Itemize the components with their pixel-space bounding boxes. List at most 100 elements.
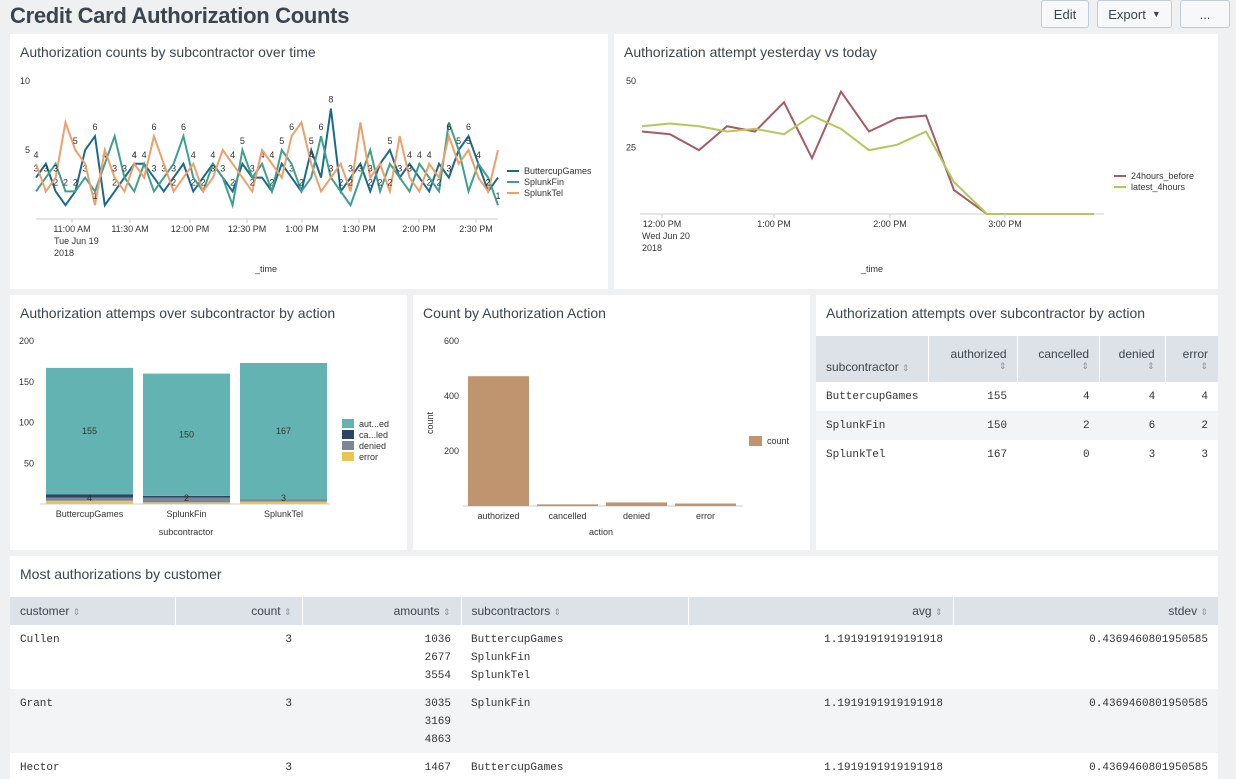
data-label: 3: [151, 164, 156, 174]
data-label: 3: [43, 164, 48, 174]
cell-subcontractors: ButtercupGames SplunkFin SplunkTel: [461, 625, 688, 689]
x-tick-label: error: [696, 511, 715, 521]
subcontractor-value: SplunkTel: [471, 670, 531, 682]
data-label: 2: [387, 177, 392, 187]
data-label: 5: [240, 136, 245, 146]
x-tick-label: 1:00 PM: [757, 219, 791, 229]
column-header-subcontractor[interactable]: subcontractor ⇕: [816, 336, 929, 382]
data-label: 1: [92, 191, 97, 201]
data-label: 3: [53, 164, 58, 174]
cell-stdev: 0.4369460801950585: [1089, 634, 1208, 646]
y-tick-label: 50: [24, 458, 34, 468]
export-label: Export: [1108, 6, 1146, 22]
x-tick-label: 2:00 PM: [402, 224, 436, 234]
edit-button[interactable]: Edit: [1041, 0, 1089, 28]
cell-avg: 1.1919191919191918: [824, 698, 943, 710]
top-bar: Credit Card Authorization Counts Edit Ex…: [0, 0, 1236, 34]
column-header-denied[interactable]: denied ⇕: [1099, 336, 1166, 382]
x-tick-sublabel-date: Wed Jun 20: [642, 231, 690, 241]
cell-count: 3: [285, 762, 292, 774]
sort-icon: ⇕: [1081, 360, 1090, 371]
column-header-subcontractors[interactable]: subcontractors ⇕: [461, 597, 689, 625]
column-header-error[interactable]: error ⇕: [1165, 336, 1218, 382]
bar-chart-count: 600 400 200 count authorized cancelled denied e…: [425, 336, 790, 537]
sort-icon: ⇕: [1147, 360, 1155, 371]
table-row[interactable]: ButtercupGames 155 4 4 4: [816, 382, 1218, 411]
panel-attempts-by-action: Authorization attemps over subcontractor…: [10, 295, 407, 550]
cell-amounts: 1036 2677 3554: [302, 625, 461, 689]
data-label: 4: [142, 150, 147, 160]
line-chart-counts: 10532 26243 324232358325423623234343623545…: [20, 76, 592, 274]
data-label: 3: [407, 164, 412, 174]
legend-swatch: [342, 419, 354, 428]
table-row[interactable]: SplunkTel 167 0 3 3: [816, 440, 1218, 469]
data-label: 2: [348, 177, 353, 187]
sort-icon: ⇕: [902, 363, 910, 373]
data-label: 2: [73, 177, 78, 187]
x-tick-label: 11:30 AM: [111, 224, 148, 234]
column-header-customer[interactable]: customer ⇕: [10, 597, 176, 625]
x-tick-label: 3:00 PM: [988, 219, 1022, 229]
cell-count: 3: [285, 634, 292, 646]
amount-value: 3554: [424, 670, 451, 682]
subcontractor-value: ButtercupGames: [471, 762, 564, 774]
data-label: 4: [269, 150, 274, 160]
bar: [606, 502, 667, 506]
data-label: 3: [112, 164, 117, 174]
legend-label: 24hours_before: [1131, 171, 1194, 181]
sort-icon: ⇕: [553, 607, 562, 617]
cell-avg: 1.1919191919191918: [824, 634, 943, 646]
data-label: 6: [446, 122, 451, 132]
data-label: 2: [230, 177, 235, 187]
x-tick-sublabel-year: 2018: [54, 248, 74, 258]
table-row[interactable]: Hector 3 1467 ButtercupGames 1.1919191919191…: [10, 753, 1218, 779]
data-label: 2: [338, 177, 343, 187]
data-label: 3: [220, 164, 225, 174]
legend-label: SplunkFin: [524, 177, 564, 187]
data-label: 6: [319, 122, 324, 132]
column-header-count[interactable]: count ⇕: [175, 597, 303, 625]
data-label: 5: [73, 136, 78, 146]
column-header-avg[interactable]: avg ⇕: [688, 597, 954, 625]
table-row[interactable]: Cullen 3 1036 2677 3554 ButtercupGames SplunkF…: [10, 625, 1218, 689]
export-button[interactable]: Export ▼: [1097, 0, 1172, 28]
table-row[interactable]: Grant 3 3035 3169 4863 SplunkFin 1.19191919191…: [10, 689, 1218, 753]
bar-value-label: 167: [276, 426, 291, 436]
bar: [468, 376, 529, 506]
x-tick-label: 1:00 PM: [285, 224, 319, 234]
legend-label: count: [767, 436, 790, 446]
subcontractor-value: SplunkFin: [471, 652, 531, 664]
cell-amounts: 1467: [302, 753, 461, 779]
panel-counts-over-time: Authorization counts by subcontractor ov…: [10, 34, 608, 289]
y-tick-label: 200: [19, 336, 34, 346]
sort-icon: ⇕: [1200, 360, 1208, 371]
x-tick-label: 2:00 PM: [873, 219, 907, 229]
x-tick-label: authorized: [477, 511, 519, 521]
x-tick-sublabel-date: Tue Jun 19: [54, 236, 99, 246]
page-title: Credit Card Authorization Counts: [10, 3, 350, 28]
x-tick-label: 11:00 AM: [53, 224, 90, 234]
bar: [537, 504, 598, 506]
data-label: 6: [151, 122, 156, 132]
cell-value: 2: [1201, 419, 1208, 432]
y-tick-label: 400: [444, 391, 459, 401]
data-label: 6: [289, 122, 294, 132]
data-label: 3: [446, 164, 451, 174]
sort-icon: ⇕: [283, 607, 292, 617]
cell-stdev: 0.4369460801950585: [1089, 762, 1208, 774]
table-row[interactable]: SplunkFin 150 2 6 2: [816, 411, 1218, 440]
column-header-authorized[interactable]: authorized ⇕: [928, 336, 1018, 382]
column-header-amounts[interactable]: amounts ⇕: [302, 597, 462, 625]
legend-label: ButtercupGames: [524, 166, 592, 176]
data-label: 2: [63, 177, 68, 187]
cell-value: 3: [1201, 448, 1208, 461]
column-header-stdev[interactable]: stdev ⇕: [953, 597, 1218, 625]
more-button[interactable]: ...: [1180, 0, 1230, 28]
subcontractor-value: SplunkFin: [471, 698, 531, 710]
column-header-cancelled[interactable]: cancelled ⇕: [1017, 336, 1101, 382]
bar-small-label: 2: [184, 493, 189, 503]
cell-subcontractor: SplunkFin: [826, 419, 886, 432]
data-label: 4: [309, 150, 314, 160]
cell-value: 3: [1148, 448, 1156, 461]
bar-small-label: 4: [87, 493, 92, 503]
